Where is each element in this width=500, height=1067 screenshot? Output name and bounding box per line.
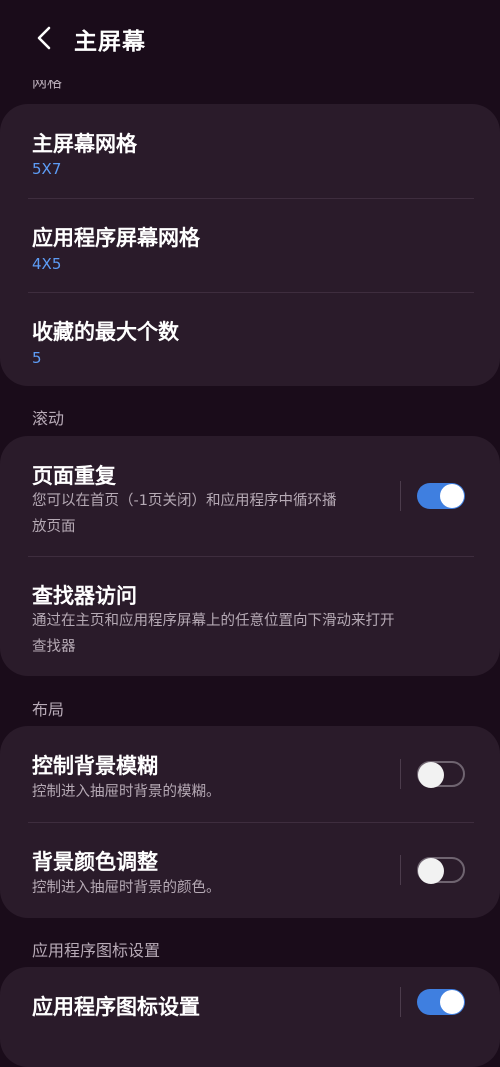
page-loop-toggle[interactable] — [417, 483, 465, 509]
section-label-app-icon: 应用程序图标设置 — [32, 941, 161, 960]
max-favorites-value: 5 — [32, 349, 42, 367]
finder-access-desc-line1: 通过在主页和应用程序屏幕上的任意位置向下滑动来打开 — [32, 613, 395, 629]
max-favorites-item[interactable]: 收藏的最大个数 5 — [0, 292, 500, 386]
app-grid-item[interactable]: 应用程序屏幕网格 4X5 — [0, 198, 500, 292]
page-loop-title: 页面重复 — [32, 464, 116, 488]
scroll-settings-card: 页面重复 您可以在首页（-1页关闭）和应用程序中循环播 放页面 查找器访问 通过… — [0, 436, 500, 676]
app-icon-settings-toggle[interactable] — [417, 989, 465, 1015]
home-grid-title: 主屏幕网格 — [32, 132, 137, 156]
page-loop-desc-line2: 放页面 — [32, 519, 76, 535]
toggle-separator — [400, 855, 401, 885]
toggle-separator — [400, 759, 401, 789]
app-icon-settings-card: 应用程序图标设置 — [0, 967, 500, 1067]
chevron-left-icon — [37, 26, 51, 50]
finder-access-desc-line2: 查找器 — [32, 639, 76, 655]
layout-settings-card: 控制背景模糊 控制进入抽屉时背景的模糊。 背景颜色调整 控制进入抽屉时背景的颜色… — [0, 726, 500, 918]
toggle-separator — [400, 481, 401, 511]
section-label-grid: 网格 — [32, 80, 63, 91]
page-loop-item[interactable]: 页面重复 您可以在首页（-1页关闭）和应用程序中循环播 放页面 — [0, 436, 500, 556]
app-grid-value: 4X5 — [32, 255, 62, 273]
finder-access-item[interactable]: 查找器访问 通过在主页和应用程序屏幕上的任意位置向下滑动来打开 查找器 — [0, 556, 500, 676]
page-title: 主屏幕 — [74, 29, 146, 55]
app-icon-settings-item[interactable]: 应用程序图标设置 — [0, 967, 500, 1067]
bg-color-toggle[interactable] — [417, 857, 465, 884]
section-label-layout: 布局 — [32, 700, 65, 719]
section-label-scroll: 滚动 — [32, 409, 65, 428]
max-favorites-title: 收藏的最大个数 — [32, 320, 179, 344]
app-grid-title: 应用程序屏幕网格 — [32, 226, 200, 250]
back-button[interactable] — [26, 20, 62, 56]
bg-blur-item[interactable]: 控制背景模糊 控制进入抽屉时背景的模糊。 — [0, 726, 500, 822]
toggle-knob — [418, 762, 444, 788]
bg-blur-desc: 控制进入抽屉时背景的模糊。 — [32, 784, 221, 800]
grid-settings-card: 主屏幕网格 5X7 应用程序屏幕网格 4X5 收藏的最大个数 5 — [0, 104, 500, 386]
toggle-knob — [440, 990, 464, 1014]
finder-access-title: 查找器访问 — [32, 584, 137, 608]
home-grid-value: 5X7 — [32, 160, 62, 178]
toggle-knob — [440, 484, 464, 508]
toggle-separator — [400, 987, 401, 1017]
toggle-knob — [418, 858, 444, 884]
top-app-bar: 主屏幕 — [0, 0, 500, 80]
bg-color-item[interactable]: 背景颜色调整 控制进入抽屉时背景的颜色。 — [0, 822, 500, 918]
bg-color-title: 背景颜色调整 — [32, 850, 158, 874]
bg-blur-toggle[interactable] — [417, 761, 465, 788]
app-icon-settings-title: 应用程序图标设置 — [32, 995, 200, 1019]
home-grid-item[interactable]: 主屏幕网格 5X7 — [0, 104, 500, 198]
bg-color-desc: 控制进入抽屉时背景的颜色。 — [32, 880, 221, 896]
page-loop-desc-line1: 您可以在首页（-1页关闭）和应用程序中循环播 — [32, 493, 337, 509]
bg-blur-title: 控制背景模糊 — [32, 754, 158, 778]
